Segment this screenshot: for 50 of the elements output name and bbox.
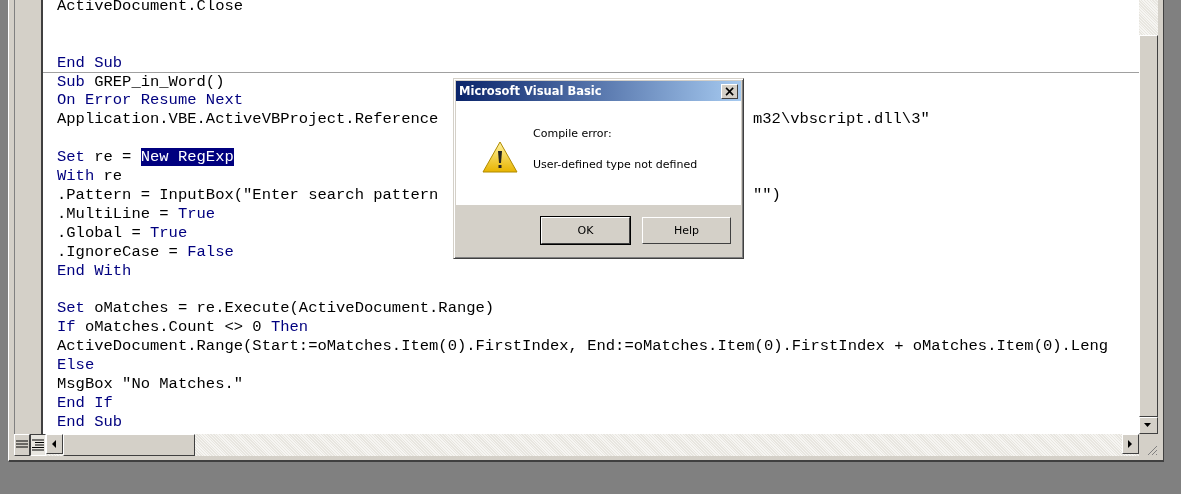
code-text: Application.VBE.ActiveVBProject.Reference	[57, 110, 439, 129]
code-text: .Global =	[57, 223, 142, 242]
scroll-left-button[interactable]	[46, 434, 63, 454]
code-text: ActiveDocument.Range(Start:=oMatches.Item(0).FirstIndex, End:=oMatches.Item(0).FirstIndex + oMatches.Item(0).Leng	[57, 337, 1109, 356]
keyword: End With	[57, 261, 132, 280]
selected-text: New RegExp	[140, 148, 234, 167]
keyword: End Sub	[57, 412, 123, 431]
left-arrow-icon	[52, 439, 57, 449]
resize-grip-icon[interactable]	[1146, 444, 1158, 456]
keyword: If	[57, 318, 76, 337]
code-text: GREP_in_Word()	[93, 72, 225, 91]
close-button[interactable]: ×	[721, 83, 738, 99]
keyword: Then	[270, 318, 309, 337]
code-text: oMatches = re.Execute(ActiveDocument.Range)	[93, 299, 495, 318]
error-message: User-defined type not defined	[533, 157, 698, 172]
code-text: re =	[93, 148, 133, 167]
keyword: True	[177, 204, 216, 223]
dialog-button[interactable]: OK	[541, 217, 630, 244]
dialog-button[interactable]: Help	[642, 217, 731, 244]
keyword: With	[57, 167, 95, 186]
keyword: Else	[57, 356, 95, 374]
code-text: "")	[753, 185, 781, 205]
procedure-view-button[interactable]	[14, 434, 30, 456]
keyword: Set	[57, 148, 85, 167]
keyword: End Sub	[57, 53, 123, 72]
scroll-right-button[interactable]	[1122, 434, 1139, 454]
scroll-down-button[interactable]	[1139, 417, 1158, 434]
keyword: False	[187, 242, 234, 261]
lines-icon	[16, 440, 28, 450]
code-text: m32\vbscript.dll\3"	[753, 110, 930, 130]
dialog-title: Microsoft Visual Basic	[459, 84, 602, 98]
warning-icon	[482, 141, 518, 173]
keyword: Set	[57, 299, 85, 318]
keyword: On Error Resume Next	[57, 91, 244, 110]
module-view-button[interactable]	[30, 434, 46, 456]
code-text: MsgBox "No Matches."	[57, 374, 244, 393]
code-text: .MultiLine =	[57, 204, 170, 223]
right-arrow-icon	[1128, 439, 1133, 449]
scroll-thumb[interactable]	[1139, 35, 1158, 417]
error-heading: Compile error:	[533, 126, 613, 141]
lines-icon	[32, 439, 44, 451]
keyword: Sub	[57, 72, 85, 91]
code-text: .IgnoreCase =	[57, 242, 179, 261]
code-text: .Pattern = InputBox("Enter search pattern	[57, 185, 439, 204]
scroll-thumb[interactable]	[63, 434, 195, 456]
keyword: True	[150, 223, 188, 242]
code-text: re	[102, 167, 123, 186]
keyword: End If	[57, 393, 113, 412]
down-arrow-icon	[1144, 423, 1153, 428]
code-text: oMatches.Count <> 0	[83, 318, 263, 337]
